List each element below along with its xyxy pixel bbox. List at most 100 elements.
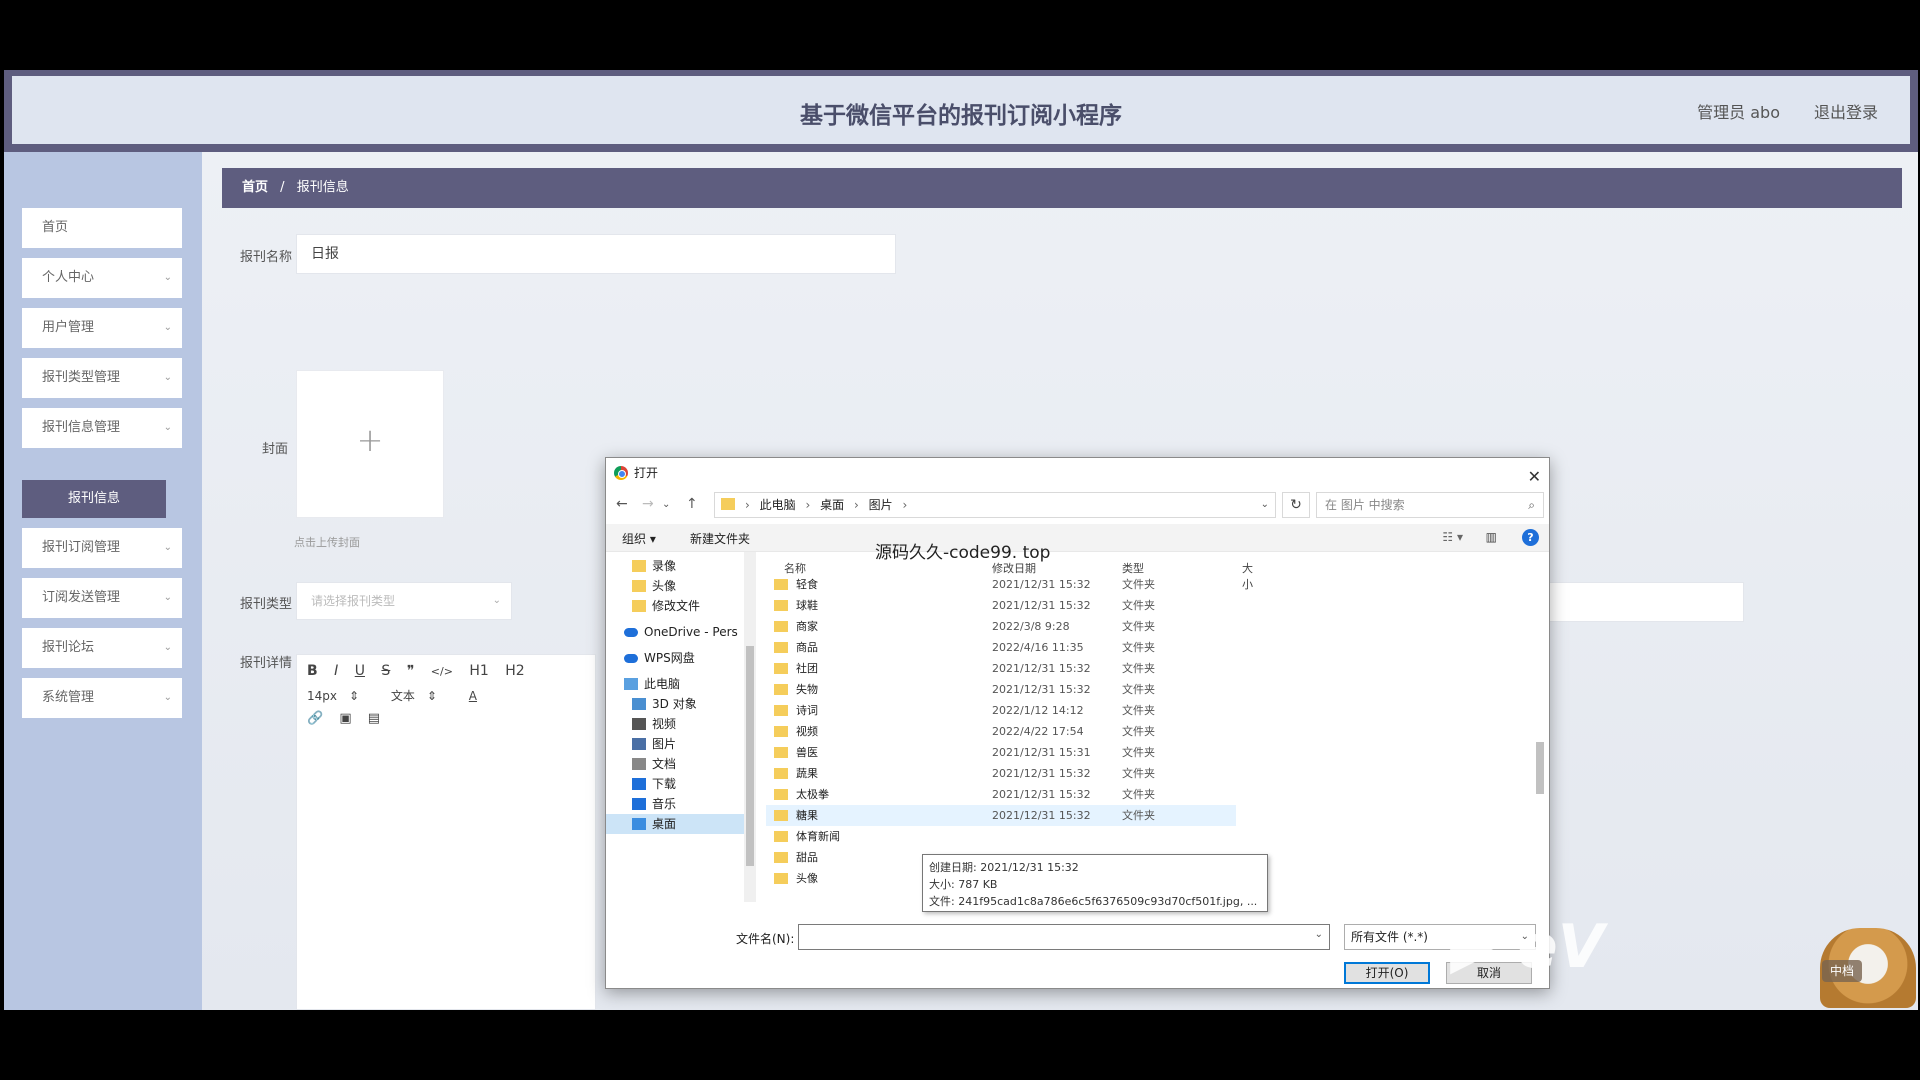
file-date: 2022/4/22 17:54 [992, 725, 1084, 738]
new-folder-button[interactable]: 新建文件夹 [690, 530, 750, 547]
forward-arrow-icon[interactable]: → [642, 496, 654, 512]
name-input[interactable]: 日报 [296, 234, 896, 274]
h1-button[interactable]: H1 [469, 663, 488, 679]
detail-label: 报刊详情 [240, 656, 293, 671]
path-segment[interactable]: 图片 [869, 498, 893, 512]
search-input[interactable]: 在 图片 中搜索 ⌕ [1316, 492, 1544, 518]
tree-item[interactable]: 视频 [606, 714, 744, 734]
chevron-down-icon[interactable]: ⌄ [1315, 929, 1323, 940]
chevron-down-icon[interactable]: ⌄ [1261, 493, 1269, 517]
view-options-icon[interactable]: ☷ ▾ [1442, 530, 1463, 544]
tree-item[interactable]: 文档 [606, 754, 744, 774]
font-color-icon[interactable]: A [469, 689, 477, 703]
video-icon[interactable]: ▤ [368, 711, 380, 726]
bold-button[interactable]: B [307, 663, 318, 679]
list-item[interactable]: 失物 2021/12/31 15:32 文件夹 [766, 679, 1236, 700]
list-item[interactable]: 蔬果 2021/12/31 15:32 文件夹 [766, 763, 1236, 784]
3d-icon [632, 698, 646, 710]
col-size[interactable]: 大小 [1242, 560, 1253, 592]
list-item[interactable]: 诗词 2022/1/12 14:12 文件夹 [766, 700, 1236, 721]
list-item[interactable]: 商家 2022/3/8 9:28 文件夹 [766, 616, 1236, 637]
tree-item[interactable]: 桌面 [606, 814, 744, 834]
list-item[interactable]: 球鞋 2021/12/31 15:32 文件夹 [766, 595, 1236, 616]
font-size-select[interactable]: 14px [307, 689, 337, 703]
underline-button[interactable]: U [355, 663, 365, 679]
link-icon[interactable]: 🔗 [307, 711, 323, 726]
list-scrollbar[interactable] [1535, 562, 1545, 912]
help-icon[interactable]: ? [1522, 529, 1539, 546]
sidebar-item-label: 系统管理 [42, 690, 95, 705]
overlay-watermark-text: 源码久久-code99. top [875, 543, 1051, 563]
tree-item[interactable]: OneDrive - Pers [606, 622, 744, 642]
tree-item[interactable]: 头像 [606, 576, 744, 596]
file-date: 2022/1/12 14:12 [992, 704, 1084, 717]
h2-button[interactable]: H2 [505, 663, 524, 679]
sidebar-item-home[interactable]: 首页 [22, 208, 182, 248]
tree-item[interactable]: 下载 [606, 774, 744, 794]
open-button[interactable]: 打开(O) [1344, 962, 1430, 984]
filename-input[interactable]: ⌄ [798, 924, 1330, 950]
secondary-input[interactable] [1548, 582, 1744, 622]
sidebar-item-profile[interactable]: 个人中心 ⌄ [22, 258, 182, 298]
sidebar-item-users[interactable]: 用户管理 ⌄ [22, 308, 182, 348]
list-item[interactable]: 社团 2021/12/31 15:32 文件夹 [766, 658, 1236, 679]
tooltip-size: 大小: 787 KB [929, 878, 998, 891]
tree-item[interactable]: 此电脑 [606, 674, 744, 694]
list-item[interactable]: 视频 2022/4/22 17:54 文件夹 [766, 721, 1236, 742]
address-bar[interactable]: › 此电脑 › 桌面 › 图片 › ⌄ [714, 492, 1276, 518]
image-icon[interactable]: ▣ [339, 711, 351, 726]
sidebar-item-paper-info[interactable]: 报刊信息管理 ⌄ [22, 408, 182, 448]
filename-label: 文件名(N): [736, 932, 795, 946]
preview-pane-icon[interactable]: ▥ [1486, 530, 1497, 544]
type-select[interactable]: 请选择报刊类型 ⌄ [296, 582, 512, 620]
sidebar-item-delivery[interactable]: 订阅发送管理 ⌄ [22, 578, 182, 618]
path-separator: › [902, 498, 908, 512]
up-arrow-icon[interactable]: ↑ [686, 496, 698, 512]
cover-upload[interactable]: + [296, 370, 444, 518]
sidebar-item-paper-types[interactable]: 报刊类型管理 ⌄ [22, 358, 182, 398]
list-scroll-thumb[interactable] [1536, 742, 1544, 794]
list-item[interactable]: 糖果 2021/12/31 15:32 文件夹 [766, 805, 1236, 826]
sidebar-item-system[interactable]: 系统管理 ⌄ [22, 678, 182, 718]
file-date: 2021/12/31 15:32 [992, 788, 1091, 801]
file-date: 2021/12/31 15:32 [992, 599, 1091, 612]
breadcrumb-home[interactable]: 首页 [242, 180, 268, 195]
sidebar-item-forum[interactable]: 报刊论坛 ⌄ [22, 628, 182, 668]
path-segment[interactable]: 桌面 [820, 498, 844, 512]
tree-item[interactable]: 修改文件 [606, 596, 744, 616]
list-item[interactable]: 体育新闻 [766, 826, 1236, 847]
italic-button[interactable]: I [334, 663, 338, 679]
rich-text-editor[interactable]: B I U S ❞ </> H1 H2 14px ⇕ 文本 ⇕ A 🔗 ▣ ▤ [296, 654, 596, 1010]
tree-scroll-thumb[interactable] [746, 646, 754, 866]
list-item[interactable]: 兽医 2021/12/31 15:31 文件夹 [766, 742, 1236, 763]
sidebar-item-subscriptions[interactable]: 报刊订阅管理 ⌄ [22, 528, 182, 568]
logout-link[interactable]: 退出登录 [1814, 99, 1878, 123]
list-item[interactable]: 轻食 2021/12/31 15:32 文件夹 [766, 574, 1236, 595]
refresh-button[interactable]: ↻ [1282, 492, 1310, 518]
tree-item-label: 文档 [652, 757, 677, 771]
chevron-down-icon: ⌄ [492, 595, 501, 606]
back-arrow-icon[interactable]: ← [616, 496, 628, 512]
tree-item[interactable]: WPS网盘 [606, 648, 744, 668]
path-separator: › [745, 498, 750, 512]
text-style-select[interactable]: 文本 [391, 687, 415, 704]
cloud-icon [624, 654, 638, 663]
tree-item[interactable]: 图片 [606, 734, 744, 754]
plus-icon: + [356, 421, 384, 459]
organize-button[interactable]: 组织 ▾ [622, 530, 656, 547]
list-item[interactable]: 商品 2022/4/16 11:35 文件夹 [766, 637, 1236, 658]
code-button[interactable]: </> [431, 665, 453, 678]
tree-item[interactable]: 3D 对象 [606, 694, 744, 714]
sidebar-subitem-paper-info[interactable]: 报刊信息 [22, 480, 166, 518]
file-name: 甜品 [796, 851, 818, 864]
strike-button[interactable]: S [381, 663, 390, 679]
folder-icon [774, 621, 788, 632]
recent-chevron-icon[interactable]: ⌄ [662, 499, 670, 510]
path-segment[interactable]: 此电脑 [760, 498, 796, 512]
tree-item[interactable]: 录像 [606, 556, 744, 576]
tree-scrollbar[interactable] [744, 552, 756, 902]
list-item[interactable]: 太极拳 2021/12/31 15:32 文件夹 [766, 784, 1236, 805]
blockquote-button[interactable]: ❞ [407, 663, 415, 679]
tree-item[interactable]: 音乐 [606, 794, 744, 814]
sidebar-item-label: 报刊信息管理 [42, 420, 121, 435]
